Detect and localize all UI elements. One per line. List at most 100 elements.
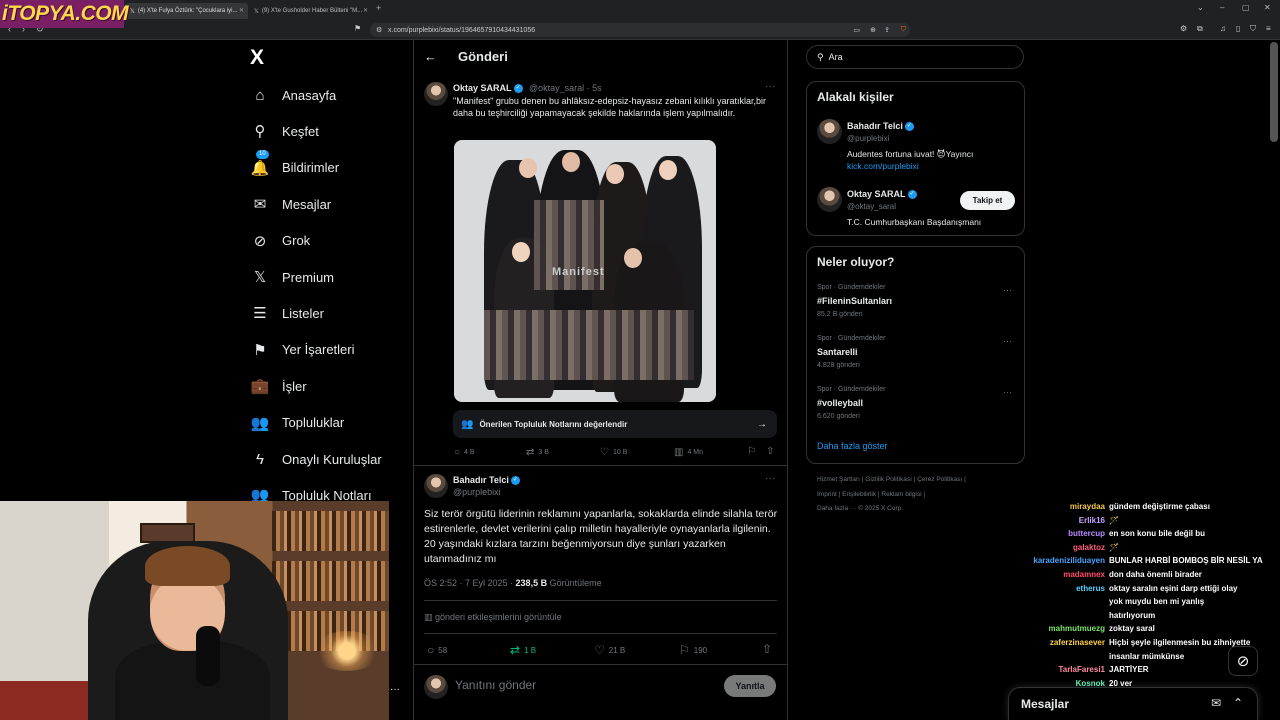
community-notes-banner[interactable]: 👥 Önerilen Topluluk Notlarını değerlendi… [453,410,777,438]
photo-watermark: Manifest [552,266,605,278]
menu-icon[interactable]: ≡ [1266,24,1271,33]
puzzle-icon[interactable]: ⧉ [1197,24,1203,34]
vpn-icon[interactable]: ⛉ [1250,24,1256,34]
quoted-author-handle[interactable]: @oktay_saral · 5s [529,83,602,93]
photo-face [562,152,580,172]
minimize-icon[interactable]: – [1220,3,1224,12]
nav-item-3[interactable]: 🔔 10 Bildirimler [250,149,410,181]
chat-username: karadeniziliduayen [1033,556,1105,566]
community-notes-text: Önerilen Topluluk Notlarını değerlendir [479,419,628,429]
more-options-icon[interactable]: ··· [390,684,400,695]
retweet-button[interactable]: ⇄ 1 B [510,643,536,657]
share-button[interactable]: ⇧ [762,642,772,656]
nav-item-10[interactable]: 👥 Topluluklar [250,410,410,436]
nav-item-8[interactable]: ⚑ Yer İşaretleri [250,337,410,363]
nav-item-1[interactable]: ⌂ Anasayfa [250,82,410,108]
view-engagements-link[interactable]: ▥ gönderi etkileşimlerini görüntüle [424,612,562,623]
scrollbar[interactable] [1270,42,1278,142]
tab-close-icon[interactable]: ✕ [239,7,244,14]
bookmark-button[interactable]: ⚐ [747,446,756,457]
maximize-icon[interactable]: ▢ [1242,3,1250,12]
footer-links[interactable]: Hizmet Şartları | Gizlilik Politikası | … [817,476,966,483]
related-person-link[interactable]: kick.com/purplebixi [847,161,919,171]
follow-button[interactable]: Takip et [960,191,1015,210]
footer-links[interactable]: Imprint | Erişilebilirlik | Reklam bilgi… [817,491,925,498]
back-arrow-icon[interactable]: ← [424,49,437,64]
x-logo[interactable]: X [250,46,264,70]
mail-icon: ✉ [253,196,267,214]
music-icon[interactable]: ♫ [1220,24,1226,33]
trend-more-icon[interactable]: ··· [1003,285,1012,295]
avatar[interactable] [817,187,842,212]
retweet-button[interactable]: ⇄ 3 B [526,447,549,458]
microphone [196,626,220,686]
views-icon: ▥ [674,447,684,458]
reply-input[interactable]: Yanıtını gönder [455,678,536,692]
related-person-handle[interactable]: @purplebixi [847,134,889,143]
tab-search-icon[interactable]: ⌄ [1197,3,1204,12]
trend-tag[interactable]: #volleyball [817,398,863,408]
zoom-icon[interactable]: ⊕ [870,26,876,34]
browser-tab-2[interactable]: 𝕏 (9) X'te Gusholder Haber Bülteni "M...… [250,3,372,19]
trend-tag[interactable]: Santarelli [817,347,858,357]
grok-icon[interactable]: ⊘ [1228,646,1258,676]
nav-item-9[interactable]: 💼 İşler [250,373,410,399]
home-icon: ⌂ [255,86,265,104]
nav-item-2[interactable]: ⚲ Keşfet [250,118,410,144]
new-message-icon[interactable]: ✉ [1211,696,1221,710]
post-author-name[interactable]: Bahadır Telci ✓ [453,475,520,486]
avatar[interactable] [424,474,448,498]
page-title: Gönderi [458,49,508,64]
related-person-handle[interactable]: @oktay_saral [847,202,896,211]
brave-shield-icon[interactable]: ⛉ [901,26,906,34]
post-time[interactable]: ÖS 2:52 · 7 Eyl 2025 · [424,578,516,588]
trend-more-icon[interactable]: ··· [1003,336,1012,346]
more-options-icon[interactable]: ··· [765,473,775,484]
expand-icon[interactable]: ⌃ [1233,696,1243,710]
nav-item-7[interactable]: ☰ Listeler [250,300,410,326]
reply-submit-button[interactable]: Yanıtla [724,675,776,697]
bookmark-page-icon[interactable]: ⚑ [354,24,361,33]
bookmark-button[interactable]: ⚐ 190 [679,643,707,657]
reply-count: 4 B [464,449,475,456]
avatar[interactable] [424,82,448,106]
trend-tag[interactable]: #FileninSultanları [817,296,892,306]
chat-username: mahmutmuezg [1048,624,1105,634]
tab-x-logo-icon: 𝕏 [254,8,259,15]
share-icon[interactable]: ⇪ [884,26,890,34]
share-button[interactable]: ⇧ [766,446,774,457]
more-options-icon[interactable]: ··· [765,81,775,92]
tab-close-icon[interactable]: ✕ [363,7,368,14]
extension-icon[interactable]: ⚙ [1180,24,1187,33]
quoted-author-name[interactable]: Oktay SARAL ✓ [453,83,523,94]
nav-item-5[interactable]: ⊘ Grok [250,228,410,254]
search-input[interactable]: ⚲ Ara [806,45,1024,69]
screen-cast-icon[interactable]: ▭ [853,26,860,34]
messages-drawer[interactable]: Mesajlar ✉ ⌃ [1008,687,1258,720]
avatar[interactable] [817,119,842,144]
browser-tab-1[interactable]: 𝕏 (4) X'te Fulya Öztürk: "Çocuklara iyi.… [126,3,248,19]
like-button[interactable]: ♡ 10 B [600,447,627,458]
bookshelf [272,511,389,551]
related-person-name[interactable]: Bahadır Telci ✓ [847,121,914,132]
like-button[interactable]: ♡ 21 B [594,643,625,657]
reply-button[interactable]: ○ 58 [427,643,447,657]
reply-button[interactable]: ○ 4 B [454,447,475,458]
retweet-icon: ⇄ [510,643,521,657]
post-author-handle[interactable]: @purplebixi [453,487,501,497]
site-info-icon[interactable]: ⚙ [376,26,382,34]
address-bar[interactable]: ⚙ x.com/purplebixi/status/19646579104344… [370,23,910,37]
tweet-photo[interactable]: Manifest [454,140,716,402]
sidebar-toggle-icon[interactable]: ▯ [1236,24,1240,33]
new-tab-button[interactable]: + [376,3,381,13]
trend-more-icon[interactable]: ··· [1003,387,1012,397]
footer-links[interactable]: Daha fazla ··· © 2025 X Corp. [817,505,903,512]
nav-item-11[interactable]: ϟ Onaylı Kuruluşlar [250,446,410,472]
like-count: 21 B [608,645,626,655]
close-window-icon[interactable]: ✕ [1264,3,1271,12]
nav-item-4[interactable]: ✉ Mesajlar [250,191,410,217]
nav-item-6[interactable]: 𝕏 Premium [250,264,410,290]
views-button[interactable]: ▥ 4 Mn [674,447,703,458]
related-person-name[interactable]: Oktay SARAL ✓ [847,189,917,200]
show-more-link[interactable]: Daha fazla göster [817,441,888,451]
